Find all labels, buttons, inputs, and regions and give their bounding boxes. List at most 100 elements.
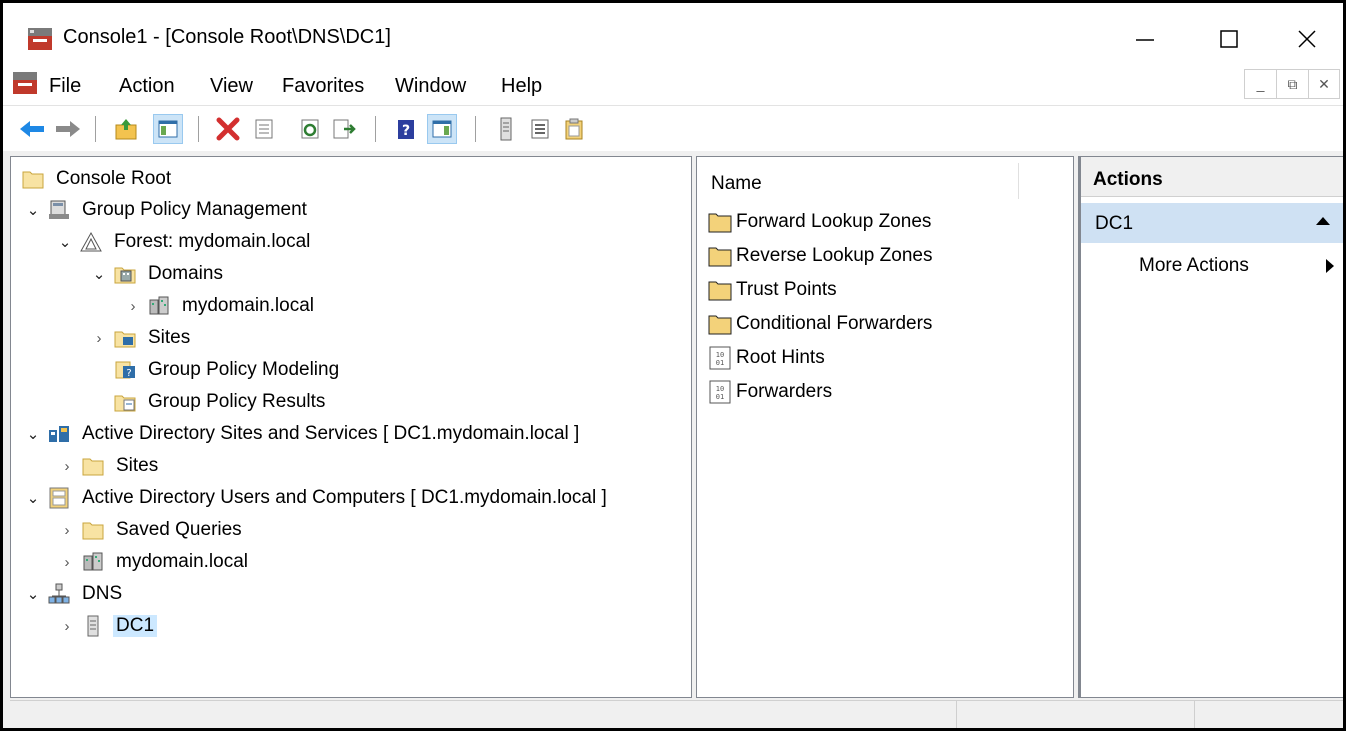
menu-action[interactable]: Action <box>119 75 175 98</box>
refresh-icon <box>301 119 319 139</box>
chevron-down-icon[interactable]: ⌄ <box>25 489 41 507</box>
ad-users-icon <box>49 487 69 509</box>
chevron-down-icon[interactable]: ⌄ <box>25 585 41 603</box>
toolbar-separator <box>95 116 96 142</box>
up-one-level-button[interactable] <box>111 114 141 144</box>
properties-button[interactable] <box>249 114 279 144</box>
column-name-header[interactable]: Name <box>711 173 762 195</box>
chevron-right-icon[interactable]: › <box>59 522 75 539</box>
tree-item-domains[interactable]: ⌄ Domains <box>91 259 226 289</box>
tree-item-label: DNS <box>82 583 123 604</box>
submenu-arrow-icon[interactable] <box>1326 259 1334 273</box>
show-hide-action-pane-button[interactable] <box>427 114 457 144</box>
mdi-close-button[interactable]: ✕ <box>1308 69 1340 99</box>
dns-icon <box>48 583 70 604</box>
close-button[interactable] <box>1277 17 1337 61</box>
tree-item-label: Group Policy Management <box>82 199 307 220</box>
back-button[interactable] <box>17 114 47 144</box>
list-item-forward-lookup-zones[interactable]: Forward Lookup Zones <box>708 207 931 237</box>
tree-item-sites-gpm[interactable]: › Sites <box>91 323 193 353</box>
maximize-button[interactable] <box>1199 17 1259 61</box>
delete-icon <box>216 117 240 141</box>
list-item-label: Reverse Lookup Zones <box>736 245 933 266</box>
column-header[interactable]: Name <box>697 157 1073 201</box>
list-item-trust-points[interactable]: Trust Points <box>708 275 837 305</box>
list-view-button[interactable] <box>525 114 555 144</box>
chevron-down-icon[interactable]: ⌄ <box>25 425 41 443</box>
actions-section-dc1[interactable]: DC1 <box>1081 203 1343 243</box>
tree-item-label: Group Policy Results <box>148 391 326 412</box>
chevron-down-icon[interactable]: ⌄ <box>91 265 107 283</box>
tree-item-saved-queries[interactable]: › Saved Queries <box>59 515 245 545</box>
refresh-button[interactable] <box>295 114 325 144</box>
list-item-label: Root Hints <box>736 347 825 368</box>
menu-help[interactable]: Help <box>501 75 542 98</box>
tree-item-mydomain-local-gpm[interactable]: › mydomain.local <box>125 291 317 321</box>
gp-results-icon <box>114 395 136 412</box>
menu-file[interactable]: File <box>49 75 81 98</box>
tree-item-label: Active Directory Sites and Services [ DC… <box>82 423 580 444</box>
minimize-icon <box>1136 39 1154 41</box>
help-icon: ? <box>398 120 414 139</box>
list-item-conditional-forwarders[interactable]: Conditional Forwarders <box>708 309 932 339</box>
server-button[interactable] <box>491 114 521 144</box>
help-button[interactable]: ? <box>391 114 421 144</box>
tree-item-group-policy-modeling[interactable]: ? Group Policy Modeling <box>113 355 342 385</box>
show-hide-tree-button[interactable] <box>153 114 183 144</box>
tree-item-console-root[interactable]: Console Root <box>21 164 174 194</box>
console-menu-icon[interactable] <box>11 70 39 98</box>
mdi-restore-button[interactable]: ⧉ <box>1276 69 1308 99</box>
svg-text:10: 10 <box>716 351 724 359</box>
tree-item-forest[interactable]: ⌄ Forest: mydomain.local <box>57 227 313 257</box>
chevron-right-icon[interactable]: › <box>59 618 75 635</box>
clipboard-button[interactable] <box>559 114 589 144</box>
mdi-minimize-button[interactable]: _ <box>1244 69 1276 99</box>
export-list-button[interactable] <box>329 114 359 144</box>
results-pane: Name Forward Lookup Zones Reverse Lookup… <box>696 156 1074 698</box>
tree-item-ad-sites-services[interactable]: ⌄ Active Directory Sites and Services [ … <box>25 419 582 449</box>
menu-window[interactable]: Window <box>395 75 466 98</box>
column-divider[interactable] <box>1018 163 1019 199</box>
svg-text:?: ? <box>402 123 410 139</box>
menu-view[interactable]: View <box>210 75 253 98</box>
tree-item-mydomain-local-aduc[interactable]: › mydomain.local <box>59 547 251 577</box>
more-actions-link[interactable]: More Actions <box>1139 255 1249 277</box>
folder-icon <box>708 281 732 301</box>
tree-item-dc1[interactable]: › DC1 <box>59 611 158 641</box>
list-item-root-hints[interactable]: 10 01 Root Hints <box>708 343 825 373</box>
tree-item-group-policy-management[interactable]: ⌄ Group Policy Management <box>25 195 310 225</box>
tree-item-dns[interactable]: ⌄ DNS <box>25 579 125 609</box>
menu-bar: File Action View Favorites Window Help _… <box>3 67 1343 105</box>
chevron-down-icon[interactable]: ⌄ <box>25 201 41 219</box>
chevron-right-icon[interactable]: › <box>59 458 75 475</box>
tree-item-label: Sites <box>116 455 159 476</box>
menu-favorites[interactable]: Favorites <box>282 75 364 98</box>
delete-button[interactable] <box>213 114 243 144</box>
list-view-icon <box>531 119 549 139</box>
status-bar <box>10 700 1343 728</box>
tree-item-group-policy-results[interactable]: Group Policy Results <box>113 387 328 417</box>
chevron-right-icon[interactable]: › <box>125 298 141 315</box>
tree-item-label: Console Root <box>56 168 172 189</box>
toolbar-separator <box>198 116 199 142</box>
binary-doc-icon: 1001 <box>709 346 731 370</box>
close-icon <box>1298 30 1316 48</box>
mmc-app-icon <box>28 28 52 50</box>
list-item-reverse-lookup-zones[interactable]: Reverse Lookup Zones <box>708 241 932 271</box>
chevron-down-icon[interactable]: ⌄ <box>57 233 73 251</box>
chevron-right-icon[interactable]: › <box>91 330 107 347</box>
minimize-button[interactable] <box>1115 17 1175 61</box>
chevron-right-icon[interactable]: › <box>59 554 75 571</box>
actions-header: Actions <box>1081 157 1343 197</box>
tree-item-label: Active Directory Users and Computers [ D… <box>82 487 607 508</box>
tree-item-sites-ad[interactable]: › Sites <box>59 451 161 481</box>
tree-item-ad-users-computers[interactable]: ⌄ Active Directory Users and Computers [… <box>25 483 610 513</box>
export-list-icon <box>333 119 356 139</box>
binary-doc-icon: 1001 <box>709 380 731 404</box>
forward-button[interactable] <box>53 114 83 144</box>
tree-item-label: mydomain.local <box>182 295 314 316</box>
maximize-icon <box>1220 30 1238 48</box>
collapse-arrow-icon[interactable] <box>1316 217 1330 225</box>
mdi-controls: _ ⧉ ✕ <box>1244 69 1340 99</box>
list-item-forwarders[interactable]: 10 01 Forwarders <box>708 377 832 407</box>
